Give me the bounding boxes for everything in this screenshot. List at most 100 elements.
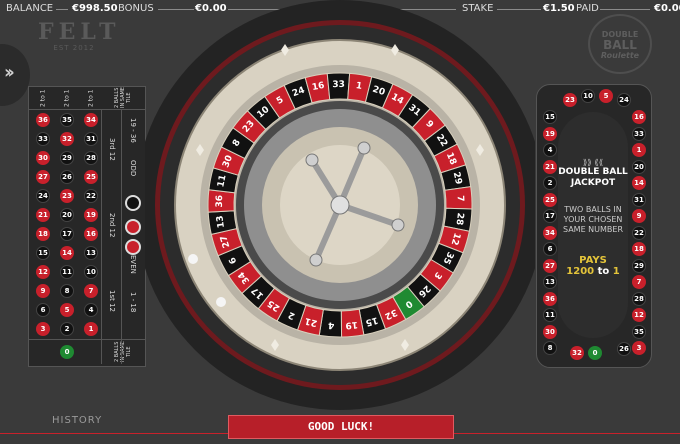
- racetrack-number[interactable]: 11: [543, 308, 557, 322]
- racetrack-number[interactable]: 6: [543, 242, 557, 256]
- black-bet[interactable]: [125, 195, 141, 211]
- history-button[interactable]: HISTORY: [52, 415, 102, 426]
- number-cell[interactable]: 34: [79, 111, 103, 129]
- number-cell[interactable]: 14: [55, 244, 79, 262]
- racetrack-number[interactable]: 7: [632, 275, 646, 289]
- two-balls-same-tile-top[interactable]: 2 BALLS IN SAME TILE: [103, 87, 143, 109]
- red-bet[interactable]: [125, 219, 141, 235]
- racetrack-number[interactable]: 1: [632, 143, 646, 157]
- racetrack-number[interactable]: 24: [617, 93, 631, 107]
- column-bet-2[interactable]: 2 to 1: [55, 87, 79, 109]
- number-label: 9: [36, 284, 50, 298]
- racetrack-number[interactable]: 15: [543, 110, 557, 124]
- racetrack-number[interactable]: 20: [632, 159, 646, 174]
- number-cell[interactable]: 3: [31, 320, 55, 338]
- racetrack-number[interactable]: 0: [588, 346, 602, 360]
- dozen-bet[interactable]: 1st 12: [103, 263, 121, 339]
- number-cell[interactable]: 16: [79, 225, 103, 243]
- racetrack-number[interactable]: 33: [632, 126, 646, 141]
- dozen-bet[interactable]: 2nd 12: [103, 187, 121, 263]
- roulette-wheel: 032151942122517346271336113082310524 16 33…: [145, 0, 535, 410]
- number-cell[interactable]: 20: [55, 206, 79, 224]
- dozen-bet[interactable]: 3rd 12: [103, 111, 121, 187]
- racetrack-number[interactable]: 3: [632, 341, 646, 355]
- racetrack-number[interactable]: 35: [632, 324, 646, 339]
- number-cell[interactable]: 23: [55, 187, 79, 205]
- number-cell[interactable]: 12: [31, 263, 55, 281]
- number-cell[interactable]: 36: [31, 111, 55, 129]
- column-bet-1[interactable]: 2 to 1: [79, 87, 103, 109]
- outside-bet[interactable]: 1 - 18: [123, 283, 143, 321]
- number-cell[interactable]: 4: [79, 301, 103, 319]
- racetrack-number[interactable]: 29: [632, 258, 646, 273]
- number-label: 29: [60, 151, 74, 165]
- number-cell[interactable]: 25: [79, 168, 103, 186]
- number-cell[interactable]: 21: [31, 206, 55, 224]
- number-cell[interactable]: 8: [55, 282, 79, 300]
- racetrack-number[interactable]: 2: [543, 176, 557, 190]
- chevron-right-icon[interactable]: ››: [4, 62, 15, 83]
- number-cell[interactable]: 27: [31, 168, 55, 186]
- number-cell[interactable]: 32: [55, 130, 79, 148]
- number-cell[interactable]: 11: [55, 263, 79, 281]
- number-cell[interactable]: 15: [31, 244, 55, 262]
- red-bet[interactable]: [125, 239, 141, 255]
- racetrack-number[interactable]: 14: [632, 176, 646, 190]
- number-cell[interactable]: 7: [79, 282, 103, 300]
- number-cell[interactable]: 5: [55, 301, 79, 319]
- number-label: 28: [84, 151, 98, 165]
- outside-bet[interactable]: 19 - 36: [123, 111, 143, 149]
- grid-line: [29, 109, 145, 110]
- number-label: 6: [36, 303, 50, 317]
- zero-cell[interactable]: 0: [55, 343, 79, 361]
- number-cell[interactable]: 17: [55, 225, 79, 243]
- racetrack-number[interactable]: 16: [632, 110, 646, 124]
- number-cell[interactable]: 24: [31, 187, 55, 205]
- racetrack-number[interactable]: 4: [543, 143, 557, 157]
- number-cell[interactable]: 26: [55, 168, 79, 186]
- racetrack-number[interactable]: 8: [543, 341, 557, 355]
- racetrack-number[interactable]: 12: [632, 308, 646, 322]
- number-cell[interactable]: 28: [79, 149, 103, 167]
- number-cell[interactable]: 1: [79, 320, 103, 338]
- racetrack-number[interactable]: 19: [543, 126, 557, 141]
- number-cell[interactable]: 33: [31, 130, 55, 148]
- racetrack-number[interactable]: 23: [563, 93, 577, 107]
- outside-bet[interactable]: ODD: [123, 149, 143, 187]
- number-cell[interactable]: 9: [31, 282, 55, 300]
- racetrack-number[interactable]: 27: [543, 258, 557, 273]
- number-cell[interactable]: 30: [31, 149, 55, 167]
- number-cell[interactable]: 6: [31, 301, 55, 319]
- number-cell[interactable]: 29: [55, 149, 79, 167]
- racetrack-number[interactable]: 28: [632, 291, 646, 306]
- number-cell[interactable]: 22: [79, 187, 103, 205]
- racetrack-number[interactable]: 10: [581, 89, 595, 103]
- racetrack-number[interactable]: 5: [599, 89, 613, 103]
- wheel-number: 36: [215, 195, 225, 208]
- number-cell[interactable]: 35: [55, 111, 79, 129]
- column-bet-3[interactable]: 2 to 1: [31, 87, 55, 109]
- number-cell[interactable]: 10: [79, 263, 103, 281]
- racetrack-number[interactable]: 30: [543, 324, 557, 339]
- number-label: 5: [60, 303, 74, 317]
- racetrack-number[interactable]: 18: [632, 242, 646, 256]
- racetrack-number[interactable]: 36: [543, 291, 557, 306]
- number-label: 31: [84, 132, 98, 146]
- racetrack-number[interactable]: 17: [543, 209, 557, 223]
- racetrack-number[interactable]: 32: [570, 346, 584, 360]
- racetrack-number[interactable]: 13: [543, 275, 557, 289]
- racetrack-number[interactable]: 34: [543, 225, 557, 240]
- number-cell[interactable]: 13: [79, 244, 103, 262]
- number-cell[interactable]: 18: [31, 225, 55, 243]
- racetrack-number[interactable]: 9: [632, 209, 646, 223]
- racetrack-number[interactable]: 31: [632, 192, 646, 207]
- number-cell[interactable]: 31: [79, 130, 103, 148]
- jackpot-odds: 1200 to 1: [558, 266, 628, 277]
- racetrack-number[interactable]: 22: [632, 225, 646, 240]
- racetrack-number[interactable]: 26: [617, 342, 631, 356]
- racetrack-number[interactable]: 21: [543, 159, 557, 174]
- number-cell[interactable]: 2: [55, 320, 79, 338]
- number-cell[interactable]: 19: [79, 206, 103, 224]
- two-balls-same-tile-bottom[interactable]: 2 BALLS IN SAME TILE: [103, 339, 143, 365]
- racetrack-number[interactable]: 25: [543, 192, 557, 207]
